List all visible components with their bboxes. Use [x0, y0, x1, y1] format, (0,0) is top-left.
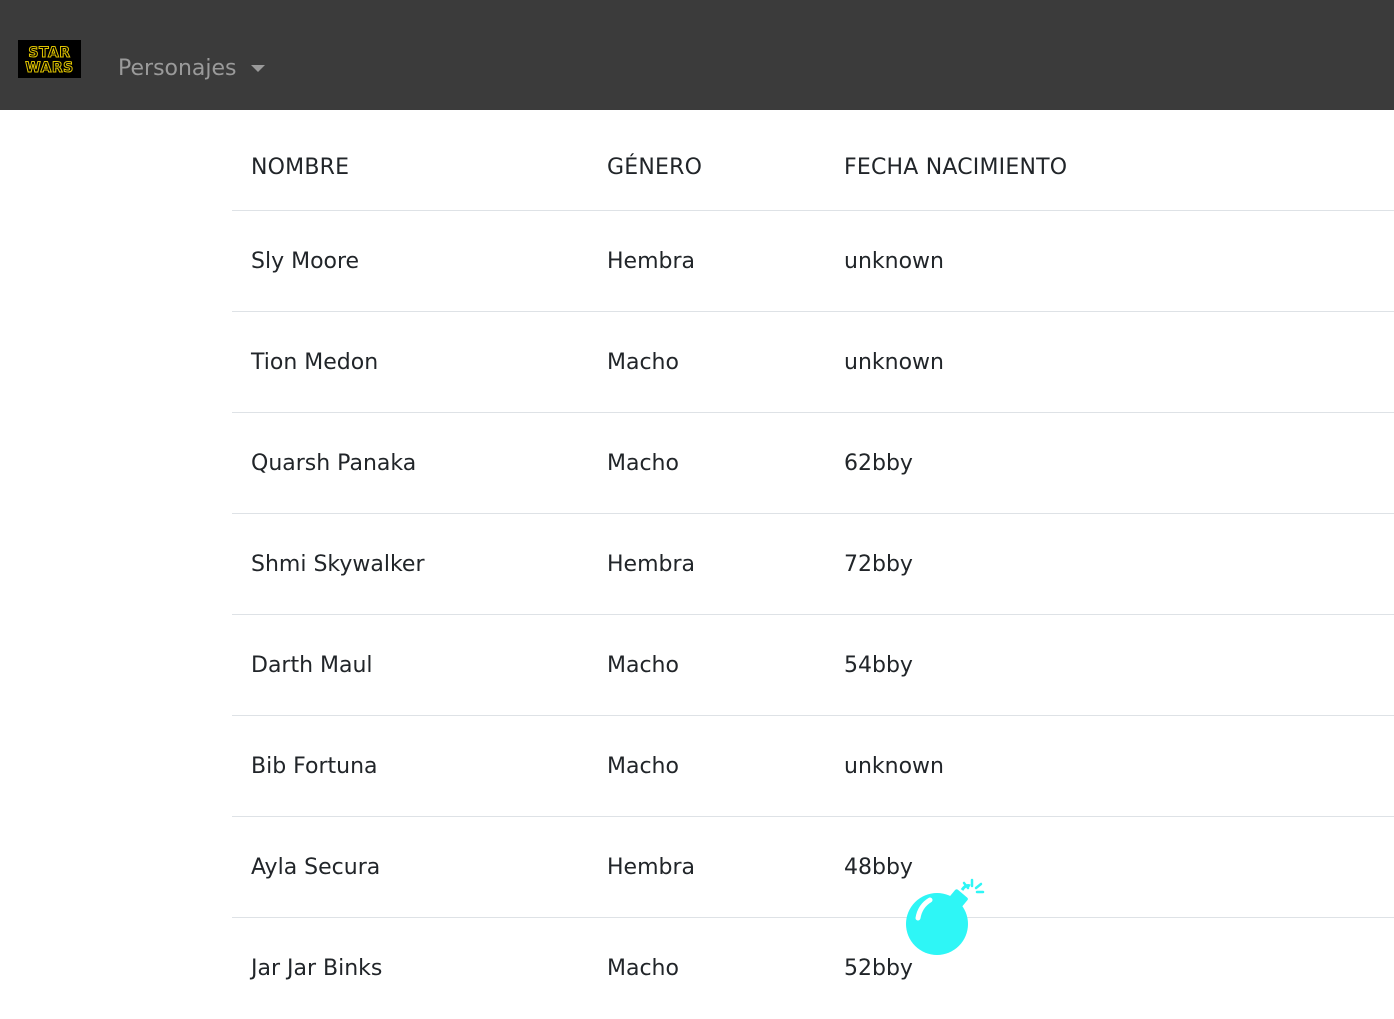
cell-genero: Macho: [607, 652, 679, 678]
cell-genero: Hembra: [607, 248, 695, 274]
cell-nombre: Quarsh Panaka: [251, 450, 417, 476]
cell-fecha-nacimiento: unknown: [844, 248, 944, 274]
caret-down-icon: [250, 64, 265, 72]
star-wars-logo[interactable]: STAR WARS: [18, 40, 81, 78]
table-row: Quarsh Panaka Macho 62bby: [232, 413, 1394, 514]
cell-nombre: Jar Jar Binks: [251, 956, 383, 981]
table-row: Shmi Skywalker Hembra 72bby: [232, 514, 1394, 615]
table-header-row: NOMBRE GÉNERO FECHA NACIMIENTO: [232, 110, 1394, 211]
cell-fecha-nacimiento: 72bby: [844, 551, 913, 577]
table-row: Tion Medon Macho unknown: [232, 312, 1394, 413]
cell-genero: Macho: [607, 450, 679, 476]
header-genero: GÉNERO: [607, 154, 703, 180]
cell-nombre: Ayla Secura: [251, 854, 381, 880]
cell-nombre: Shmi Skywalker: [251, 551, 425, 577]
cell-nombre: Sly Moore: [251, 248, 360, 274]
characters-table: NOMBRE GÉNERO FECHA NACIMIENTO Sly Moore…: [232, 110, 1394, 1019]
bomb-icon: [904, 878, 986, 958]
cell-nombre: Tion Medon: [251, 349, 379, 375]
navbar: STAR WARS Personajes: [0, 0, 1394, 110]
cell-nombre: Darth Maul: [251, 652, 373, 678]
cell-genero: Hembra: [607, 551, 695, 577]
cell-genero: Macho: [607, 349, 679, 375]
cell-genero: Macho: [607, 753, 679, 779]
table-row: Bib Fortuna Macho unknown: [232, 716, 1394, 817]
cell-fecha-nacimiento: 52bby: [844, 956, 913, 981]
table-row: Sly Moore Hembra unknown: [232, 211, 1394, 312]
cell-fecha-nacimiento: 54bby: [844, 652, 913, 678]
cell-fecha-nacimiento: unknown: [844, 349, 944, 375]
cell-fecha-nacimiento: 48bby: [844, 854, 913, 880]
header-nombre: NOMBRE: [251, 154, 350, 180]
cell-nombre: Bib Fortuna: [251, 753, 378, 779]
svg-text:WARS: WARS: [25, 60, 74, 76]
table-row: Darth Maul Macho 54bby: [232, 615, 1394, 716]
personajes-dropdown-label: Personajes: [118, 55, 237, 81]
table-row: Jar Jar Binks Macho 52bby: [232, 918, 1394, 1019]
cell-fecha-nacimiento: 62bby: [844, 450, 913, 476]
cell-fecha-nacimiento: unknown: [844, 753, 944, 779]
cell-genero: Hembra: [607, 854, 695, 880]
table-row: Ayla Secura Hembra 48bby: [232, 817, 1394, 918]
personajes-dropdown[interactable]: Personajes: [118, 52, 265, 84]
cell-genero: Macho: [607, 956, 679, 981]
header-fecha-nacimiento: FECHA NACIMIENTO: [844, 154, 1068, 180]
svg-text:STAR: STAR: [28, 45, 70, 61]
